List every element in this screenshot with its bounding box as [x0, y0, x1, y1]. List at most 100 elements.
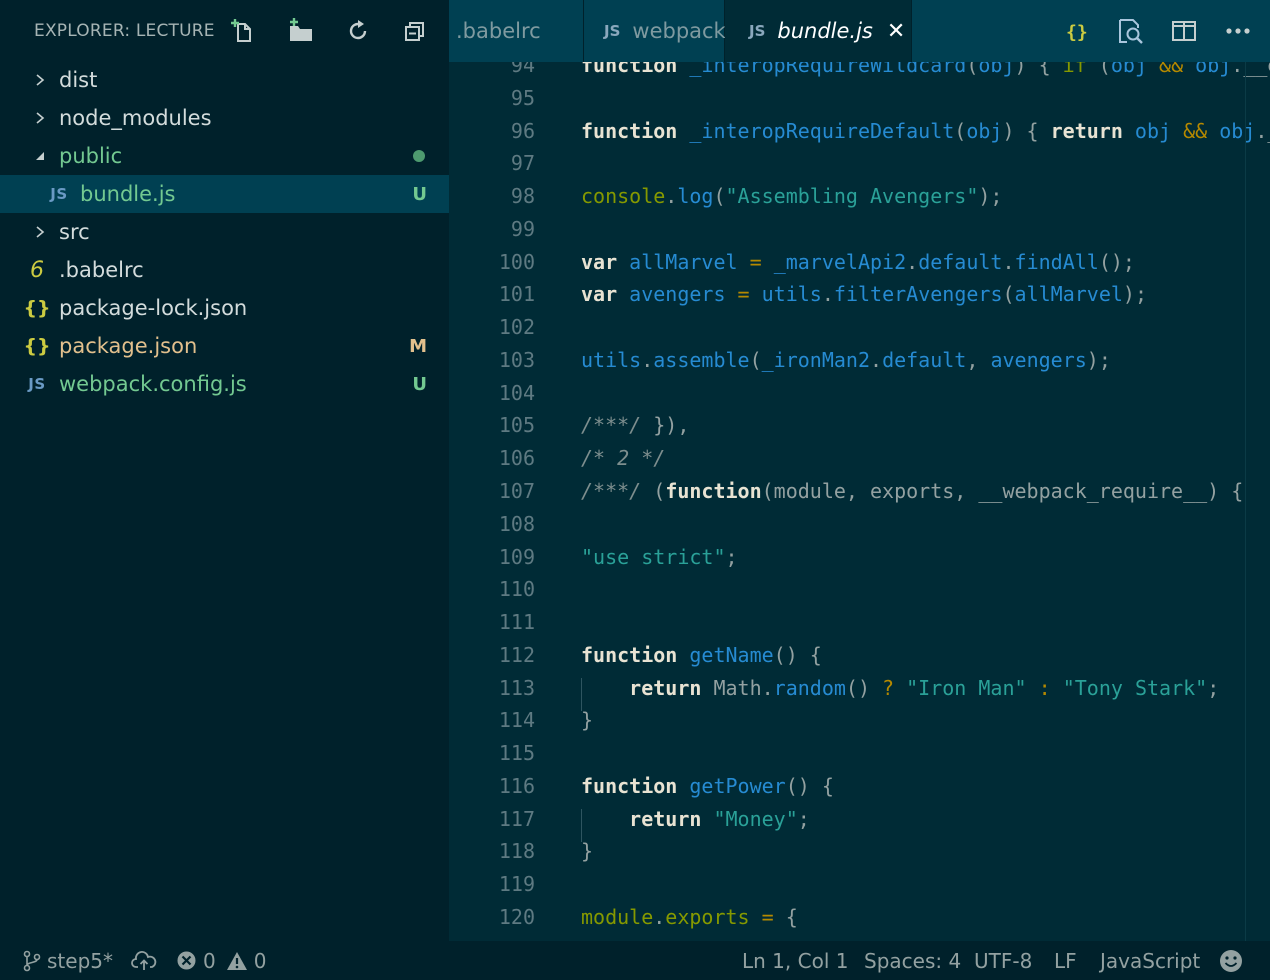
- open-preview-icon[interactable]: [1110, 11, 1150, 51]
- code-line: module.exports = {: [581, 905, 798, 929]
- tree-item-webpack-config-js[interactable]: JS webpack.config.js U: [0, 365, 449, 403]
- line-number: 114: [498, 708, 535, 732]
- code-line: console.log("Assembling Avengers");: [581, 184, 1003, 208]
- line-number: 116: [498, 774, 535, 798]
- line-number: 98: [510, 184, 535, 208]
- problems-item[interactable]: 0 0: [176, 941, 266, 980]
- error-count: 0: [203, 948, 216, 973]
- tree-item-bundle-js[interactable]: JS bundle.js U: [0, 175, 449, 213]
- git-branch-icon: [23, 950, 41, 971]
- tree-item-src[interactable]: src: [0, 213, 449, 251]
- code-line: function getPower() {: [581, 774, 834, 798]
- error-icon: [177, 951, 196, 970]
- tree-item-babelrc[interactable]: 6 .babelrc: [0, 251, 449, 289]
- tab-label: bundle.js: [777, 19, 873, 43]
- code-line: /***/ (function(module, exports, __webpa…: [581, 479, 1244, 503]
- line-number: 101: [498, 282, 535, 306]
- tree-item-package-json[interactable]: {} package.json M: [0, 327, 449, 365]
- tree-item-label: package-lock.json: [59, 296, 248, 320]
- close-icon[interactable]: ✕: [887, 19, 905, 44]
- explorer-header: EXPLORER: LECTURE: [0, 0, 449, 62]
- indentation-setting[interactable]: Spaces: 4: [864, 941, 961, 980]
- line-number: 119: [498, 872, 535, 896]
- explorer-sidebar: EXPLORER: LECTURE dist node_modules publ…: [0, 0, 449, 941]
- sync-item[interactable]: [131, 941, 157, 980]
- tab-webpack-config-js[interactable]: JS webpack.config.js: [443, 0, 820, 62]
- line-number: 99: [510, 217, 535, 241]
- editor-actions: {}: [1056, 0, 1270, 62]
- line-number: 115: [498, 741, 535, 765]
- tree-item-label: webpack.config.js: [59, 372, 247, 396]
- branch-name: step5*: [47, 948, 113, 973]
- code-line: function _interopRequireWildcard(obj) { …: [581, 62, 1270, 77]
- git-branch-item[interactable]: step5*: [23, 941, 113, 980]
- code-line: var allMarvel = _marvelApi2.default.find…: [581, 250, 1135, 274]
- warning-count: 0: [253, 948, 267, 973]
- line-number: 104: [498, 381, 535, 405]
- chevron-right-icon[interactable]: [33, 225, 47, 239]
- js-file-icon: JS: [749, 22, 766, 40]
- chevron-right-icon[interactable]: [33, 73, 47, 87]
- line-number: 100: [498, 250, 535, 274]
- line-number: 112: [498, 643, 535, 667]
- line-number: 108: [498, 512, 535, 536]
- curly-braces-icon[interactable]: {}: [1056, 11, 1096, 51]
- more-actions-icon[interactable]: [1218, 11, 1258, 51]
- line-number: 105: [498, 413, 535, 437]
- line-number: 96: [510, 119, 535, 143]
- new-file-icon[interactable]: [227, 14, 261, 48]
- chevron-right-icon[interactable]: [33, 111, 47, 125]
- line-number: 95: [510, 86, 535, 110]
- line-number: 102: [498, 315, 535, 339]
- svg-text:{}: {}: [1066, 22, 1087, 43]
- warning-icon: [226, 951, 247, 970]
- tab-bundle-js[interactable]: JS bundle.js ✕: [725, 0, 912, 62]
- split-editor-icon[interactable]: [1164, 11, 1204, 51]
- js-file-icon: JS: [28, 375, 46, 393]
- code-line: function getName() {: [581, 643, 822, 667]
- indent-guide: [581, 809, 582, 842]
- babel-file-icon: 6: [30, 257, 44, 283]
- code-line: /***/ }),: [581, 413, 690, 437]
- status-bar: step5* 0 0 Ln 1, Col 1 Spaces: 4 UTF-8 L…: [0, 941, 1270, 980]
- line-number: 110: [498, 577, 535, 601]
- untracked-dot-icon: [413, 150, 425, 162]
- line-number: 103: [498, 348, 535, 372]
- tree-item-label: package.json: [59, 334, 198, 358]
- tree-item-label: bundle.js: [80, 182, 176, 206]
- line-number: 109: [498, 545, 535, 569]
- chevron-down-icon[interactable]: [33, 149, 47, 163]
- new-folder-icon[interactable]: [284, 14, 318, 48]
- code-line: return "Money";: [629, 807, 810, 831]
- line-number: 118: [498, 839, 535, 863]
- code-line: /* 2 */: [581, 446, 666, 470]
- collapse-all-icon[interactable]: [398, 14, 432, 48]
- git-status-badge: U: [412, 183, 427, 205]
- line-number: 113: [498, 676, 535, 700]
- git-status-badge: M: [409, 335, 427, 357]
- tree-item-label: src: [59, 220, 90, 244]
- editor-scrollbar[interactable]: [1245, 62, 1246, 941]
- feedback-smiley-icon[interactable]: [1219, 941, 1243, 980]
- explorer-title: EXPLORER: LECTURE: [34, 21, 215, 41]
- tree-item-package-lock-json[interactable]: {} package-lock.json: [0, 289, 449, 327]
- code-line: var avengers = utils.filterAvengers(allM…: [581, 282, 1147, 306]
- tree-item-label: dist: [59, 68, 98, 92]
- indent-guide: [581, 678, 582, 711]
- line-number: 111: [498, 610, 535, 634]
- line-number: 97: [510, 151, 535, 175]
- language-mode[interactable]: JavaScript: [1100, 941, 1200, 980]
- line-number: 107: [498, 479, 535, 503]
- cursor-position[interactable]: Ln 1, Col 1: [742, 941, 848, 980]
- encoding-setting[interactable]: UTF-8: [974, 941, 1032, 980]
- tree-item-public[interactable]: public: [0, 137, 449, 175]
- line-number: 120: [498, 905, 535, 929]
- code-line: "use strict";: [581, 545, 738, 569]
- tree-item-node-modules[interactable]: node_modules: [0, 99, 449, 137]
- json-file-icon: {}: [23, 297, 51, 319]
- line-number: 117: [498, 807, 535, 831]
- refresh-icon[interactable]: [341, 14, 375, 48]
- tree-item-dist[interactable]: dist: [0, 61, 449, 99]
- eol-setting[interactable]: LF: [1054, 941, 1077, 980]
- code-editor[interactable]: 94 95 96 97 98 99 100 101 102 103 104 105 106 107 108 1…: [449, 62, 1270, 941]
